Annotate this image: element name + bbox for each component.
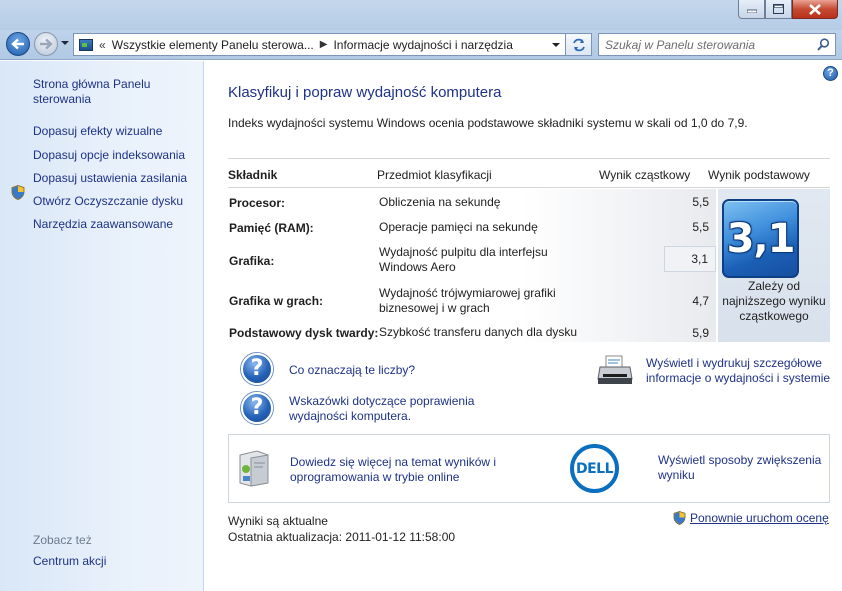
online-info-box: Dowiedz się więcej na temat wyników i op… <box>228 434 830 503</box>
subscore-value: 5,5 <box>692 195 709 209</box>
close-icon <box>809 3 821 15</box>
rating-text: Wydajność trójwymiarowej grafiki bizneso… <box>379 286 556 315</box>
question-icon: ? <box>241 353 273 385</box>
component-name: Procesor: <box>229 196 286 210</box>
learn-more-online-link[interactable]: Dowiedz się więcej na temat wyników i op… <box>290 455 520 485</box>
maximize-icon <box>773 4 784 14</box>
base-score-note: Zależy od najniższego wyniku cząstkowego <box>722 279 826 323</box>
header-component: Składnik <box>228 168 278 182</box>
print-details-link[interactable]: Wyświetl i wydrukuj szczegółowe informac… <box>646 356 836 386</box>
breadcrumb-performance[interactable]: Informacje wydajności i narzędzia <box>333 38 512 52</box>
help-icon[interactable]: ? <box>823 66 838 81</box>
score-table-header: Składnik Przedmiot klasyfikacji Wynik cz… <box>228 158 830 188</box>
sidebar-item-power[interactable]: Dopasuj ustawienia zasilania <box>33 171 187 186</box>
sidebar-item-advanced-tools[interactable]: Narzędzia zaawansowane <box>33 217 173 232</box>
what-numbers-link[interactable]: Co oznaczają te liczby? <box>289 363 415 378</box>
control-panel-icon <box>79 38 93 51</box>
rerun-assessment-label[interactable]: Ponownie uruchom ocenę <box>690 511 829 525</box>
table-row: Pamięć (RAM): Operacje pamięci na sekund… <box>228 213 716 237</box>
navigation-bar: « Wszystkie elementy Panelu sterowa... ▶… <box>0 30 842 60</box>
header-subscore: Wynik cząstkowy <box>599 168 691 182</box>
close-button[interactable] <box>792 0 838 19</box>
component-name: Grafika w grach: <box>229 294 324 308</box>
maximize-button[interactable] <box>765 0 792 19</box>
dell-logo[interactable]: DELL <box>570 444 619 493</box>
sidebar-item-indexing[interactable]: Dopasuj opcje indeksowania <box>33 148 185 163</box>
header-rating: Przedmiot klasyfikacji <box>377 168 492 182</box>
component-name: Pamięć (RAM): <box>229 221 314 235</box>
see-also-heading: Zobacz też <box>33 533 92 547</box>
table-row: Grafika w grach: Wydajność trójwymiarowe… <box>228 283 716 319</box>
subscore-value: 5,5 <box>692 220 709 234</box>
page-title: Klasyfikuj i popraw wydajność komputera <box>228 84 502 101</box>
sidebar-item-visual-effects[interactable]: Dopasuj efekty wizualne <box>33 124 162 139</box>
rating-text: Wydajność pulpitu dla interfejsu Windows… <box>379 245 548 274</box>
address-bar[interactable]: « Wszystkie elementy Panelu sterowa... ▶… <box>73 33 566 56</box>
rating-text: Szybkość transferu danych dla dysku <box>379 325 578 339</box>
base-score-panel: 3,1 Zależy od najniższego wyniku cząstko… <box>718 189 830 342</box>
tips-link[interactable]: Wskazówki dotyczące poprawienia wydajnoś… <box>289 394 499 424</box>
breadcrumb-overflow[interactable]: « <box>99 38 106 52</box>
search-input[interactable] <box>599 34 809 55</box>
breadcrumb-separator[interactable]: ▶ <box>320 39 328 50</box>
minimize-button[interactable] <box>738 0 765 19</box>
window-controls <box>738 0 838 19</box>
dell-improve-link[interactable]: Wyświetl sposoby zwiększenia wyniku <box>658 453 828 483</box>
subscore-value: 5,9 <box>692 326 709 340</box>
component-name: Grafika: <box>229 254 275 268</box>
status-last-update: Ostatnia aktualizacja: 2011-01-12 11:58:… <box>228 530 456 544</box>
sidebar: Strona główna Panelu sterowania Dopasuj … <box>0 61 204 591</box>
subscore-value: 4,7 <box>692 294 709 308</box>
software-box-icon <box>239 450 269 487</box>
question-icon: ? <box>241 392 273 424</box>
sidebar-item-home[interactable]: Strona główna Panelu sterowania <box>33 77 193 107</box>
history-dropdown-icon[interactable] <box>61 41 69 45</box>
printer-icon <box>597 355 633 384</box>
header-basescore: Wynik podstawowy <box>708 168 810 182</box>
sidebar-item-action-center[interactable]: Centrum akcji <box>33 554 106 569</box>
arrow-left-icon <box>11 38 24 50</box>
base-score-badge: 3,1 <box>722 199 799 278</box>
rating-text: Obliczenia na sekundę <box>379 195 501 209</box>
table-row: Podstawowy dysk twardy: Szybkość transfe… <box>228 323 716 341</box>
table-row: Grafika: Wydajność pulpitu dla interfejs… <box>228 241 716 281</box>
sidebar-item-disk-cleanup[interactable]: Otwórz Oczyszczanie dysku <box>33 194 183 209</box>
breadcrumb-all-items[interactable]: Wszystkie elementy Panelu sterowa... <box>112 38 314 52</box>
status-current: Wyniki są aktualne <box>228 514 328 528</box>
shield-icon <box>673 511 686 525</box>
title-bar <box>0 0 842 30</box>
shield-icon <box>11 185 25 200</box>
back-button[interactable] <box>6 32 30 56</box>
page-description: Indeks wydajności systemu Windows ocenia… <box>228 116 748 130</box>
search-icon[interactable] <box>817 38 830 51</box>
subscore-value-lowest: 3,1 <box>664 246 716 272</box>
address-dropdown[interactable] <box>547 34 565 55</box>
arrow-right-icon <box>40 38 53 50</box>
table-row: Procesor: Obliczenia na sekundę 5,5 <box>228 189 716 213</box>
search-box[interactable] <box>598 33 836 56</box>
forward-button[interactable] <box>34 32 58 56</box>
refresh-icon <box>572 38 585 51</box>
component-name: Podstawowy dysk twardy: <box>229 326 379 340</box>
rerun-assessment-button[interactable]: Ponownie uruchom ocenę <box>673 511 829 525</box>
rating-text: Operacje pamięci na sekundę <box>379 220 538 234</box>
minimize-icon <box>746 9 757 13</box>
score-table: Procesor: Obliczenia na sekundę 5,5 Pami… <box>228 189 830 342</box>
refresh-button[interactable] <box>566 33 592 56</box>
